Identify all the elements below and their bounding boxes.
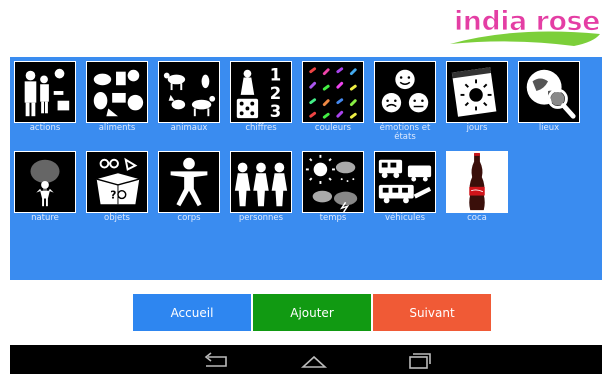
weather-icon bbox=[302, 151, 364, 213]
places-icon bbox=[518, 61, 580, 123]
back-icon[interactable] bbox=[200, 349, 232, 371]
tile-lieux[interactable]: lieux bbox=[518, 61, 580, 133]
tile-label: véhicules bbox=[384, 213, 426, 223]
tile-animaux[interactable]: animaux bbox=[158, 61, 220, 133]
ajouter-button[interactable]: Ajouter bbox=[253, 294, 371, 331]
numbers-icon: 123 bbox=[230, 61, 292, 123]
tile-label: actions bbox=[29, 123, 61, 133]
tile-label: aliments bbox=[98, 123, 136, 133]
india-rose-screen: india rose actions aliments animaux 123 bbox=[0, 0, 606, 374]
colors-icon bbox=[302, 61, 364, 123]
tile-objets[interactable]: ? objets bbox=[86, 151, 148, 223]
svg-text:3: 3 bbox=[270, 102, 281, 121]
vehicles-icon bbox=[374, 151, 436, 213]
emotions-icon bbox=[374, 61, 436, 123]
tile-label: corps bbox=[177, 213, 201, 223]
actions-icon bbox=[14, 61, 76, 123]
animals-icon bbox=[158, 61, 220, 123]
tile-personnes[interactable]: personnes bbox=[230, 151, 292, 223]
tile-emotions[interactable]: émotions et états bbox=[374, 61, 436, 142]
tile-label: couleurs bbox=[314, 123, 352, 133]
tile-label: temps bbox=[319, 213, 347, 223]
accueil-button[interactable]: Accueil bbox=[133, 294, 251, 331]
tile-label: jours bbox=[466, 123, 488, 133]
tile-aliments[interactable]: aliments bbox=[86, 61, 148, 133]
tile-label: lieux bbox=[538, 123, 560, 133]
calendar-icon bbox=[446, 61, 508, 123]
svg-text:1: 1 bbox=[270, 65, 281, 84]
tile-label: émotions et états bbox=[379, 123, 431, 142]
objects-icon: ? bbox=[86, 151, 148, 213]
home-icon[interactable] bbox=[298, 349, 330, 371]
logo-text: india rose bbox=[454, 6, 601, 38]
logo: india rose bbox=[444, 4, 604, 50]
tile-label: nature bbox=[31, 213, 59, 223]
tile-vehicules[interactable]: véhicules bbox=[374, 151, 436, 223]
food-icon bbox=[86, 61, 148, 123]
tile-jours[interactable]: jours bbox=[446, 61, 508, 133]
tile-label: personnes bbox=[238, 213, 284, 223]
svg-text:?: ? bbox=[110, 188, 116, 201]
svg-text:2: 2 bbox=[270, 84, 281, 103]
tile-label: objets bbox=[104, 213, 130, 223]
tile-coca[interactable]: coca bbox=[446, 151, 508, 223]
tile-corps[interactable]: corps bbox=[158, 151, 220, 223]
android-nav-bar bbox=[10, 345, 602, 374]
tile-label: chiffres bbox=[245, 123, 277, 133]
tile-actions[interactable]: actions bbox=[14, 61, 76, 133]
tile-nature[interactable]: nature bbox=[14, 151, 76, 223]
tile-label: animaux bbox=[170, 123, 208, 133]
body-icon bbox=[158, 151, 220, 213]
tile-chiffres[interactable]: 123 chiffres bbox=[230, 61, 292, 133]
people-icon bbox=[230, 151, 292, 213]
recents-icon[interactable] bbox=[402, 349, 434, 371]
tile-couleurs[interactable]: couleurs bbox=[302, 61, 364, 133]
coca-bottle-icon bbox=[446, 151, 508, 213]
tile-temps[interactable]: temps bbox=[302, 151, 364, 223]
suivant-button[interactable]: Suivant bbox=[373, 294, 491, 331]
tile-label: coca bbox=[467, 213, 487, 223]
nature-icon bbox=[14, 151, 76, 213]
category-panel: actions aliments animaux 123 chiffres co… bbox=[10, 57, 602, 280]
